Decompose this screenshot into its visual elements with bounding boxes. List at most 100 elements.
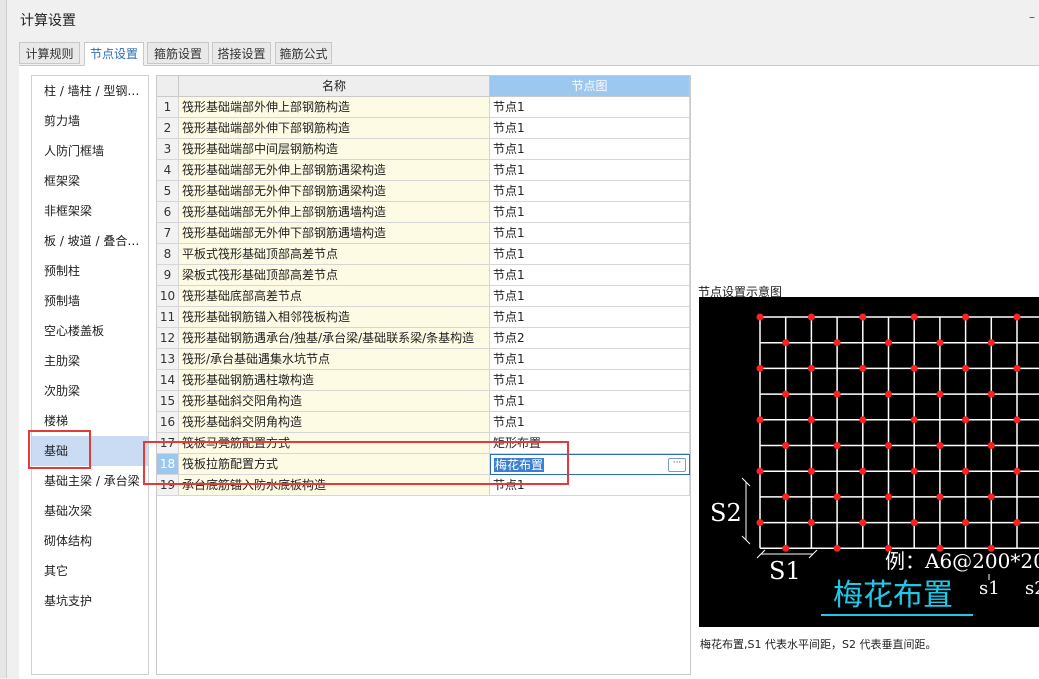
node-value-cell[interactable]: 节点1 (490, 202, 690, 223)
row-number: 6 (157, 202, 179, 223)
sidebar-item[interactable]: 人防门框墙 (32, 136, 148, 166)
table-row[interactable]: 13筏形/承台基础遇集水坑节点节点1 (157, 349, 690, 370)
sidebar-item[interactable]: 基础主梁 / 承台梁 (32, 466, 148, 496)
node-value-cell[interactable]: 节点1 (490, 265, 690, 286)
tie-point (808, 468, 815, 475)
table-row[interactable]: 11筏形基础钢筋锚入相邻筏板构造节点1 (157, 307, 690, 328)
node-value-cell[interactable]: 节点1 (490, 223, 690, 244)
table-row[interactable]: 15筏形基础斜交阳角构造节点1 (157, 391, 690, 412)
sidebar-item[interactable]: 板 / 坡道 / 叠合… (32, 226, 148, 256)
sidebar-item[interactable]: 柱 / 墙柱 / 型钢… (32, 76, 148, 106)
tie-point (808, 314, 815, 321)
tab-node-settings[interactable]: 节点设置 (84, 42, 144, 66)
category-sidebar: 柱 / 墙柱 / 型钢…剪力墙人防门框墙框架梁非框架梁板 / 坡道 / 叠合…预… (31, 75, 149, 675)
row-number: 7 (157, 223, 179, 244)
table-row[interactable]: 16筏形基础斜交阴角构造节点1 (157, 412, 690, 433)
highlight-box-sidebar (28, 430, 91, 469)
tie-point (911, 416, 918, 423)
sidebar-item[interactable]: 预制墙 (32, 286, 148, 316)
node-value-cell[interactable]: 节点1 (490, 307, 690, 328)
table-row[interactable]: 12筏形基础钢筋遇承台/独基/承台梁/基础联系梁/条基构造节点2 (157, 328, 690, 349)
table-row[interactable]: 2筏形基础端部外伸下部钢筋构造节点1 (157, 118, 690, 139)
setting-name: 筏形基础斜交阴角构造 (179, 412, 490, 433)
setting-name: 筏形/承台基础遇集水坑节点 (179, 349, 490, 370)
left-window-edge (0, 0, 7, 678)
table-row[interactable]: 3筏形基础端部中间层钢筋构造节点1 (157, 139, 690, 160)
node-value-cell[interactable]: 节点1 (490, 391, 690, 412)
tab-calc-rules[interactable]: 计算规则 (19, 42, 80, 64)
tie-point (782, 442, 789, 449)
more-options-button[interactable]: ··· (668, 458, 686, 472)
tie-point (911, 314, 918, 321)
row-number-header (157, 76, 179, 97)
node-value-cell[interactable]: 节点1 (490, 349, 690, 370)
tab-stirrup-settings[interactable]: 箍筋设置 (147, 42, 209, 64)
tie-point (757, 416, 764, 423)
row-number: 1 (157, 97, 179, 118)
node-settings-table: 名称 节点图 1筏形基础端部外伸上部钢筋构造节点12筏形基础端部外伸下部钢筋构造… (156, 75, 691, 675)
table-row[interactable]: 7筏形基础端部无外伸下部钢筋遇墙构造节点1 (157, 223, 690, 244)
node-value-cell[interactable]: 节点2 (490, 328, 690, 349)
row-number: 2 (157, 118, 179, 139)
sidebar-item[interactable]: 主肋梁 (32, 346, 148, 376)
tie-point (988, 391, 995, 398)
tie-point (885, 493, 892, 500)
sidebar-item[interactable]: 砌体结构 (32, 526, 148, 556)
sidebar-item[interactable]: 其它 (32, 556, 148, 586)
node-value-cell[interactable]: 节点1 (490, 286, 690, 307)
sidebar-item[interactable]: 非框架梁 (32, 196, 148, 226)
table-row[interactable]: 10筏形基础底部高差节点节点1 (157, 286, 690, 307)
tie-point (885, 391, 892, 398)
node-value-cell[interactable]: 节点1 (490, 97, 690, 118)
sidebar-item[interactable]: 空心楼盖板 (32, 316, 148, 346)
sidebar-item[interactable]: 基础次梁 (32, 496, 148, 526)
setting-name: 筏形基础端部无外伸上部钢筋遇梁构造 (179, 160, 490, 181)
table-row[interactable]: 1筏形基础端部外伸上部钢筋构造节点1 (157, 97, 690, 118)
tie-point (782, 545, 789, 552)
tie-point (911, 519, 918, 526)
node-value-cell[interactable]: 节点1 (490, 244, 690, 265)
tab-stirrup-formula[interactable]: 箍筋公式 (275, 42, 332, 64)
table-row[interactable]: 5筏形基础端部无外伸下部钢筋遇梁构造节点1 (157, 181, 690, 202)
row-number: 8 (157, 244, 179, 265)
setting-name: 筏形基础钢筋遇柱墩构造 (179, 370, 490, 391)
node-value-cell[interactable]: 节点1 (490, 370, 690, 391)
tie-point (808, 416, 815, 423)
tie-point (962, 416, 969, 423)
tie-point (936, 442, 943, 449)
row-number: 13 (157, 349, 179, 370)
node-value-cell[interactable]: 节点1 (490, 118, 690, 139)
tie-point (834, 545, 841, 552)
minimize-icon[interactable]: – (1029, 10, 1035, 24)
tie-point (859, 314, 866, 321)
node-value-cell[interactable]: 节点1 (490, 160, 690, 181)
setting-name: 筏形基础端部外伸上部钢筋构造 (179, 97, 490, 118)
table-row[interactable]: 4筏形基础端部无外伸上部钢筋遇梁构造节点1 (157, 160, 690, 181)
name-column-header[interactable]: 名称 (179, 76, 490, 97)
tie-point (782, 391, 789, 398)
sidebar-item[interactable]: 预制柱 (32, 256, 148, 286)
example-s2: s2 (1025, 578, 1039, 599)
table-row[interactable]: 6筏形基础端部无外伸上部钢筋遇墙构造节点1 (157, 202, 690, 223)
sidebar-item[interactable]: 次肋梁 (32, 376, 148, 406)
tie-point (757, 468, 764, 475)
node-value-cell[interactable]: 节点1 (490, 181, 690, 202)
table-row[interactable]: 9梁板式筏形基础顶部高差节点节点1 (157, 265, 690, 286)
tie-point (757, 519, 764, 526)
sidebar-item[interactable]: 剪力墙 (32, 106, 148, 136)
sidebar-item[interactable]: 框架梁 (32, 166, 148, 196)
table-row[interactable]: 14筏形基础钢筋遇柱墩构造节点1 (157, 370, 690, 391)
sidebar-item[interactable]: 基坑支护 (32, 586, 148, 616)
node-value-cell[interactable]: 节点1 (490, 139, 690, 160)
table-row[interactable]: 8平板式筏形基础顶部高差节点节点1 (157, 244, 690, 265)
example-label: 例：A6@200*200 (885, 549, 1039, 573)
tie-points (757, 314, 1039, 552)
setting-name: 筏形基础底部高差节点 (179, 286, 490, 307)
preview-caption: 梅花布置,S1 代表水平间距，S2 代表垂直间距。 (700, 636, 936, 652)
tie-point (1014, 314, 1021, 321)
row-number: 9 (157, 265, 179, 286)
highlight-box-row (143, 441, 569, 485)
tab-lap-settings[interactable]: 搭接设置 (212, 42, 271, 64)
node-value-cell[interactable]: 节点1 (490, 412, 690, 433)
node-column-header[interactable]: 节点图 (490, 76, 690, 97)
